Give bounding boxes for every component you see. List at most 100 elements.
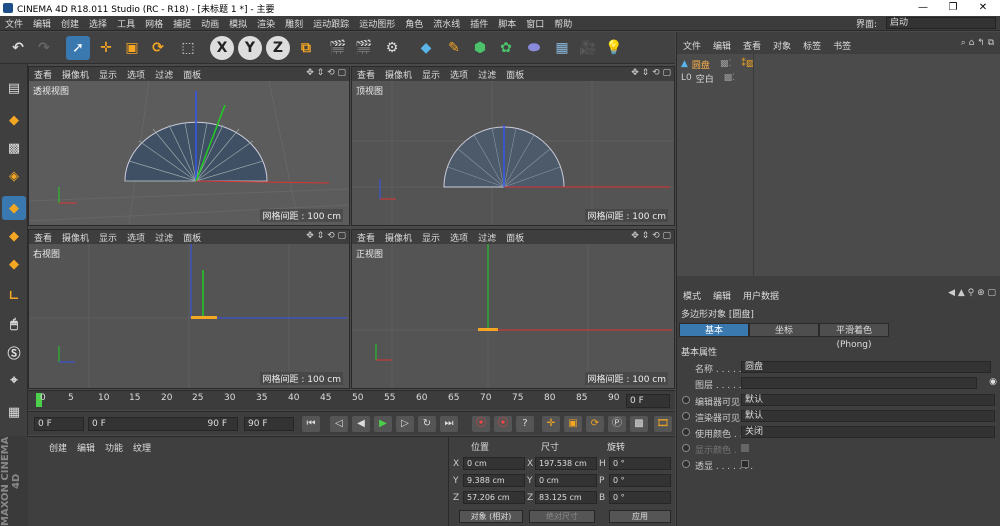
vp-menu-panel[interactable]: 面板 — [501, 68, 529, 81]
vp-menu-options[interactable]: 选项 — [122, 68, 150, 81]
tab-coordinates[interactable]: 坐标 — [749, 323, 819, 337]
layer-field[interactable] — [741, 377, 977, 389]
layer-picker-icon[interactable]: ◉ — [989, 377, 997, 387]
position-z-field[interactable]: 57.206 cm — [463, 491, 525, 504]
vp-menu-display[interactable]: 显示 — [417, 68, 445, 81]
viewport-right[interactable]: 查看 摄像机 显示 选项 过滤 面板 ✥ ⇕ ⟲ ▢ 右视图 网格间距 : 10… — [28, 229, 350, 389]
soft-selection-icon[interactable]: ▦ — [2, 400, 26, 424]
cube-icon[interactable]: ◆ — [414, 36, 438, 60]
model-mode-icon[interactable]: ◆ — [2, 108, 26, 132]
mat-menu-create[interactable]: 创建 — [44, 441, 72, 454]
animation-radio[interactable] — [682, 444, 690, 452]
redo-icon[interactable]: ↷ — [32, 36, 56, 60]
polygons-mode-icon[interactable]: ◆ — [2, 252, 26, 276]
om-menu-tags[interactable]: 标签 — [797, 39, 827, 52]
om-menu-objects[interactable]: 对象 — [767, 39, 797, 52]
size-x-field[interactable]: 197.538 cm — [535, 457, 597, 470]
name-field[interactable]: 圆盘 — [741, 361, 991, 373]
viewport-front[interactable]: 查看 摄像机 显示 选项 过滤 面板 ✥ ⇕ ⟲ ▢ 正视图 网格间距 : 10… — [351, 229, 675, 389]
vp-menu-options[interactable]: 选项 — [445, 231, 473, 244]
render-picture-viewer-icon[interactable]: 🎬 — [352, 36, 376, 60]
vp-menu-view[interactable]: 查看 — [29, 231, 57, 244]
rotate-icon[interactable]: ⟳ — [146, 36, 170, 60]
menu-render[interactable]: 渲染 — [252, 17, 280, 30]
visibility-dots-icon[interactable]: ▩⁚ — [724, 73, 735, 83]
x-axis-icon[interactable]: X — [210, 36, 234, 60]
deformer-icon[interactable]: ⬬ — [522, 36, 546, 60]
key-position-icon[interactable]: ✛ — [542, 416, 560, 432]
mat-menu-edit[interactable]: 编辑 — [72, 441, 100, 454]
viewport-nav-icon[interactable]: ✥ ⇕ ⟲ ▢ — [631, 68, 671, 78]
vp-menu-view[interactable]: 查看 — [352, 231, 380, 244]
vp-menu-panel[interactable]: 面板 — [178, 68, 206, 81]
menu-select[interactable]: 选择 — [84, 17, 112, 30]
subdivision-icon[interactable]: ⬢ — [468, 36, 492, 60]
timeline-ruler[interactable]: 0 5 10 15 20 25 30 35 40 45 50 55 60 65 … — [28, 390, 675, 410]
render-visible-select[interactable]: 默认 — [741, 410, 995, 422]
edges-mode-icon[interactable]: ◆ — [2, 224, 26, 248]
undo-icon[interactable]: ↶ — [6, 36, 30, 60]
next-frame-icon[interactable]: ▷ — [396, 416, 414, 432]
close-icon[interactable]: ✕ — [968, 0, 998, 16]
viewport-nav-icon[interactable]: ✥ ⇕ ⟲ ▢ — [631, 231, 671, 241]
menu-snap[interactable]: 捕捉 — [168, 17, 196, 30]
workplane-icon[interactable]: ◈ — [2, 164, 26, 188]
key-rotation-icon[interactable]: ⟳ — [586, 416, 604, 432]
menu-edit[interactable]: 编辑 — [28, 17, 56, 30]
go-to-end-icon[interactable]: ⏭ — [440, 416, 458, 432]
animation-radio[interactable] — [682, 428, 690, 436]
menu-help[interactable]: 帮助 — [549, 17, 577, 30]
end-frame-field[interactable]: 90 F — [244, 417, 294, 431]
start-frame-field[interactable]: 0 F — [34, 417, 84, 431]
key-scale-icon[interactable]: ▣ — [564, 416, 582, 432]
pen-icon[interactable]: ✎ — [442, 36, 466, 60]
layout-select[interactable]: 启动 — [886, 17, 996, 29]
next-key-icon[interactable]: ↻ — [418, 416, 436, 432]
record-icon[interactable]: ⦿ — [472, 416, 490, 432]
camera-icon[interactable]: 🎥 — [576, 36, 600, 60]
vp-menu-display[interactable]: 显示 — [94, 231, 122, 244]
size-z-field[interactable]: 83.125 cm — [535, 491, 597, 504]
key-pla-icon[interactable]: ▩ — [630, 416, 648, 432]
size-y-field[interactable]: 0 cm — [535, 474, 597, 487]
object-row-null[interactable]: L0 空白 ▩⁚ — [681, 72, 735, 85]
recent-tools-icon[interactable]: ⬚ — [176, 36, 200, 60]
vp-menu-camera[interactable]: 摄像机 — [57, 231, 94, 244]
render-view-icon[interactable]: 🎬 — [326, 36, 350, 60]
live-selection-icon[interactable]: ➚ — [66, 36, 90, 60]
am-menu-mode[interactable]: 模式 — [677, 289, 707, 302]
vp-menu-options[interactable]: 选项 — [122, 231, 150, 244]
vp-menu-camera[interactable]: 摄像机 — [57, 68, 94, 81]
position-y-field[interactable]: 9.388 cm — [463, 474, 525, 487]
current-frame-field[interactable]: 0 F — [626, 394, 670, 408]
menu-simulate[interactable]: 模拟 — [224, 17, 252, 30]
vp-menu-display[interactable]: 显示 — [417, 231, 445, 244]
coordinate-mode-select[interactable]: 对象 (相对) — [459, 510, 523, 523]
tab-basic[interactable]: 基本 — [679, 323, 749, 337]
object-name[interactable]: 圆盘 — [692, 58, 710, 71]
autokey-icon[interactable]: ⦿ — [494, 416, 512, 432]
object-row-disc[interactable]: ▲ 圆盘 ▩⁚ ⁑▨ — [681, 58, 754, 71]
vp-menu-view[interactable]: 查看 — [352, 68, 380, 81]
range-slider[interactable]: 0 F 90 F — [88, 417, 238, 431]
key-parameter-icon[interactable]: Ⓟ — [608, 416, 626, 432]
menu-mesh[interactable]: 网格 — [140, 17, 168, 30]
display-color-swatch[interactable] — [741, 444, 749, 452]
vp-menu-filter[interactable]: 过滤 — [150, 231, 178, 244]
size-mode-select[interactable]: 绝对尺寸 — [529, 510, 595, 523]
workplane-lock-icon[interactable]: ⌖ — [2, 368, 26, 392]
go-to-start-icon[interactable]: ⏮ — [302, 416, 320, 432]
viewport-nav-icon[interactable]: ✥ ⇕ ⟲ ▢ — [306, 231, 346, 241]
vp-menu-filter[interactable]: 过滤 — [473, 231, 501, 244]
menu-sculpt[interactable]: 雕刻 — [280, 17, 308, 30]
mat-menu-texture[interactable]: 纹理 — [128, 441, 156, 454]
vp-menu-camera[interactable]: 摄像机 — [380, 231, 417, 244]
om-toolbar-icons[interactable]: ⌕ ⌂ ↰ ⧉ — [961, 38, 994, 48]
visibility-dots-icon[interactable]: ▩⁚ — [720, 59, 731, 69]
rotation-h-field[interactable]: 0 ° — [609, 457, 671, 470]
use-color-select[interactable]: 关闭 — [741, 426, 995, 438]
viewport-perspective[interactable]: 查看 摄像机 显示 选项 过滤 面板 ✥ ⇕ ⟲ ▢ 透视视图 网格间距 : 1… — [28, 66, 350, 226]
am-menu-edit[interactable]: 编辑 — [707, 289, 737, 302]
xray-checkbox[interactable] — [741, 460, 749, 468]
viewport-nav-icon[interactable]: ✥ ⇕ ⟲ ▢ — [306, 68, 346, 78]
